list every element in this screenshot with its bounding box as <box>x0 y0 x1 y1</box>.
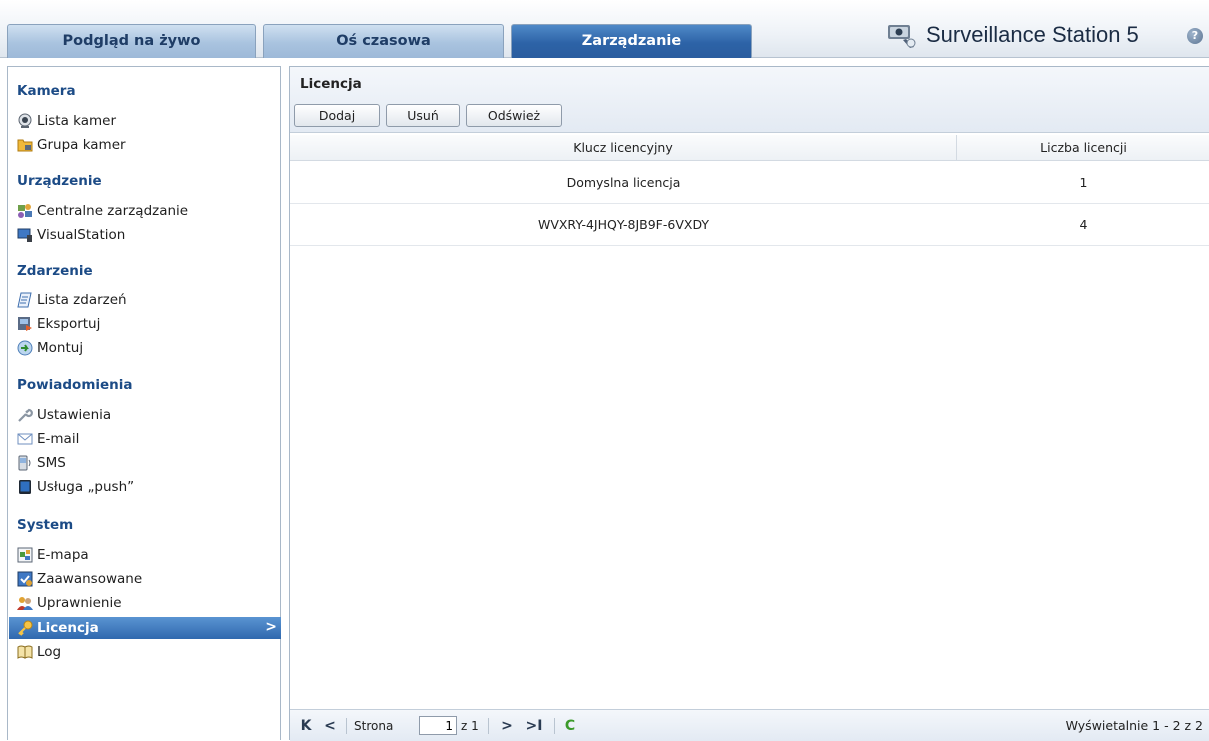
previous-page-icon[interactable]: < <box>323 717 337 735</box>
push-device-icon <box>17 479 33 495</box>
sidebar-item-label: Uprawnienie <box>37 595 122 611</box>
sidebar-item-camera-group[interactable]: Grupa kamer <box>17 134 281 156</box>
sidebar-item-license[interactable]: Licencja > <box>9 617 281 639</box>
table-row[interactable]: WVXRY-4JHQY-8JB9F-6VXDY 4 <box>290 204 1209 246</box>
sidebar: Kamera Lista kamer Grupa kamer Urządzeni… <box>7 66 281 740</box>
central-management-icon <box>17 203 33 219</box>
pager-divider <box>488 718 489 734</box>
add-button[interactable]: Dodaj <box>294 104 380 127</box>
brand: Surveillance Station 5 <box>886 20 1139 50</box>
license-count-cell: 1 <box>1079 175 1088 190</box>
page-number-input[interactable] <box>419 716 457 735</box>
sidebar-item-label: Grupa kamer <box>37 137 126 153</box>
table-row[interactable]: Domyslna licencja 1 <box>290 162 1209 204</box>
section-title-device: Urządzenie <box>17 173 102 189</box>
visualstation-icon <box>17 227 33 243</box>
sidebar-item-privilege[interactable]: Uprawnienie <box>17 592 281 614</box>
tab-live-view[interactable]: Podgląd na żywo <box>7 24 256 58</box>
sidebar-item-visualstation[interactable]: VisualStation <box>17 224 281 246</box>
tab-timeline[interactable]: Oś czasowa <box>263 24 504 58</box>
delete-button[interactable]: Usuń <box>386 104 460 127</box>
advanced-icon <box>17 571 33 587</box>
last-page-icon[interactable]: >I <box>524 717 544 735</box>
wrench-icon <box>17 407 33 423</box>
sidebar-item-central-management[interactable]: Centralne zarządzanie <box>17 200 281 222</box>
section-title-notifications: Powiadomienia <box>17 377 133 393</box>
sidebar-item-label: Licencja <box>37 620 99 636</box>
log-book-icon <box>17 644 33 660</box>
display-summary: Wyświetalnie 1 - 2 z 2 <box>1065 718 1203 733</box>
privilege-icon <box>17 595 33 611</box>
sidebar-item-label: E-mapa <box>37 547 89 563</box>
emap-icon <box>17 547 33 563</box>
sidebar-item-advanced[interactable]: Zaawansowane <box>17 568 281 590</box>
sidebar-item-push-service[interactable]: Usługa „push” <box>17 476 281 498</box>
camera-group-icon <box>17 137 33 153</box>
section-title-event: Zdarzenie <box>17 263 93 279</box>
page-title: Licencja <box>300 76 362 92</box>
refresh-button[interactable]: Odśwież <box>466 104 562 127</box>
sidebar-item-export[interactable]: Eksportuj <box>17 313 281 335</box>
sidebar-item-settings[interactable]: Ustawienia <box>17 404 281 426</box>
sidebar-item-mount[interactable]: Montuj <box>17 337 281 359</box>
sidebar-item-label: SMS <box>37 455 66 471</box>
app-title: Surveillance Station 5 <box>926 22 1139 47</box>
sidebar-item-label: VisualStation <box>37 227 126 243</box>
section-title-camera: Kamera <box>17 83 76 99</box>
sidebar-item-label: Log <box>37 644 62 660</box>
refresh-icon[interactable]: C <box>562 717 578 735</box>
sidebar-item-label: Eksportuj <box>37 316 101 332</box>
camera-icon <box>17 113 33 129</box>
sms-icon <box>17 455 33 471</box>
chevron-right-icon: > <box>265 619 277 635</box>
table-header: Klucz licencyjny Liczba licencji <box>290 135 1209 161</box>
panel-header: Licencja Dodaj Usuń Odśwież <box>290 67 1209 133</box>
page-label: Strona <box>354 719 394 733</box>
key-icon <box>17 620 33 636</box>
sidebar-item-email[interactable]: E-mail <box>17 428 281 450</box>
section-title-system: System <box>17 517 74 533</box>
mount-icon <box>17 340 33 356</box>
column-header-license-count[interactable]: Liczba licencji <box>958 135 1209 161</box>
sidebar-item-label: Ustawienia <box>37 407 112 423</box>
license-key-cell: Domyslna licencja <box>566 175 681 190</box>
sidebar-item-label: E-mail <box>37 431 80 447</box>
license-count-cell: 4 <box>1079 217 1088 232</box>
sidebar-item-log[interactable]: Log <box>17 641 281 663</box>
camera-logo-icon <box>886 21 918 49</box>
top-bar: Podgląd na żywo Oś czasowa Zarządzanie S… <box>0 0 1209 58</box>
pager-divider <box>346 718 347 734</box>
sidebar-item-label: Usługa „push” <box>37 479 135 495</box>
sidebar-item-camera-list[interactable]: Lista kamer <box>17 110 281 132</box>
sidebar-item-emap[interactable]: E-mapa <box>17 544 281 566</box>
sidebar-item-label: Zaawansowane <box>37 571 143 587</box>
page-count-label: z 1 <box>461 719 479 733</box>
export-icon <box>17 316 33 332</box>
next-page-icon[interactable]: > <box>500 717 514 735</box>
sidebar-item-sms[interactable]: SMS <box>17 452 281 474</box>
license-panel: Licencja Dodaj Usuń Odśwież Klucz licenc… <box>289 66 1209 741</box>
email-icon <box>17 431 33 447</box>
license-key-cell: WVXRY-4JHQY-8JB9F-6VXDY <box>537 217 710 232</box>
event-list-icon <box>17 292 33 308</box>
pager-divider <box>554 718 555 734</box>
sidebar-item-label: Centralne zarządzanie <box>37 203 189 219</box>
first-page-icon[interactable]: K <box>299 717 313 735</box>
sidebar-item-event-list[interactable]: Lista zdarzeń <box>17 289 281 311</box>
column-header-license-key[interactable]: Klucz licencyjny <box>290 135 957 161</box>
sidebar-item-label: Montuj <box>37 340 84 356</box>
help-icon[interactable]: ? <box>1187 28 1203 44</box>
sidebar-item-label: Lista zdarzeń <box>37 292 127 308</box>
pagination-bar: K < Strona z 1 > >I C Wyświetalnie 1 - 2… <box>290 709 1209 741</box>
sidebar-item-label: Lista kamer <box>37 113 117 129</box>
tab-management[interactable]: Zarządzanie <box>511 24 752 58</box>
